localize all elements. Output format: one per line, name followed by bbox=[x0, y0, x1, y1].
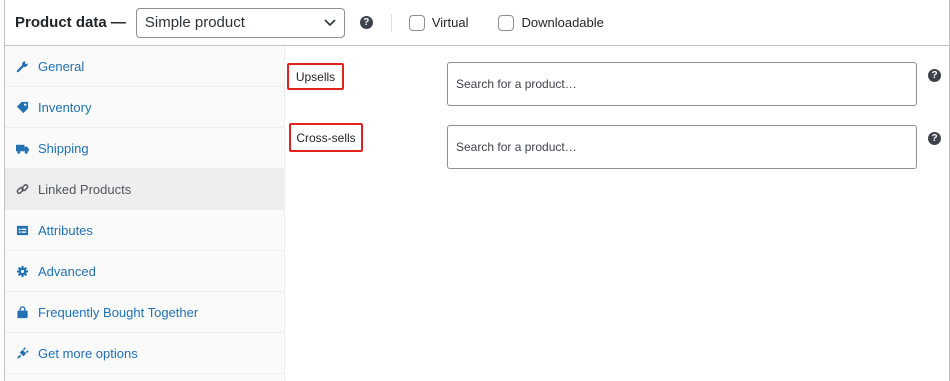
product-data-header: Product data — Simple product ? Virtual … bbox=[5, 0, 949, 46]
product-type-value: Simple product bbox=[144, 14, 245, 31]
sidebar-item-label: Shipping bbox=[38, 140, 89, 156]
sidebar-item-label: Linked Products bbox=[38, 181, 132, 197]
help-icon[interactable]: ? bbox=[359, 16, 373, 29]
cross-sells-search-input[interactable] bbox=[447, 125, 917, 169]
plug-icon bbox=[15, 346, 29, 360]
product-data-tabs: General Inventory Shipping Linked Produc… bbox=[5, 46, 285, 381]
downloadable-label: Downloadable bbox=[521, 15, 604, 30]
product-type-select[interactable]: Simple product bbox=[135, 7, 345, 38]
product-data-panel: Product data — Simple product ? Virtual … bbox=[4, 0, 950, 381]
downloadable-checkbox-group[interactable]: Downloadable bbox=[498, 14, 604, 31]
panel-title: Product data — bbox=[15, 14, 126, 31]
cross-sells-help-icon[interactable]: ? bbox=[928, 132, 941, 145]
cross-sells-label: Cross-sells bbox=[289, 123, 363, 152]
sidebar-item-general[interactable]: General bbox=[5, 46, 284, 87]
bag-icon bbox=[15, 305, 29, 319]
upsells-label: Upsells bbox=[287, 63, 344, 90]
chevron-down-icon bbox=[324, 14, 336, 31]
downloadable-checkbox[interactable] bbox=[498, 14, 515, 31]
header-divider bbox=[390, 13, 392, 32]
sidebar-item-shipping[interactable]: Shipping bbox=[5, 128, 284, 169]
sidebar-item-label: Frequently Bought Together bbox=[38, 304, 199, 320]
wrench-icon bbox=[15, 59, 29, 73]
list-icon bbox=[15, 223, 29, 237]
sidebar-item-label: General bbox=[38, 58, 85, 74]
link-icon bbox=[15, 182, 29, 196]
sidebar-item-inventory[interactable]: Inventory bbox=[5, 87, 284, 128]
sidebar-item-label: Inventory bbox=[38, 99, 92, 115]
sidebar-item-frequently-bought-together[interactable]: Frequently Bought Together bbox=[5, 292, 284, 333]
virtual-checkbox[interactable] bbox=[408, 14, 425, 31]
sidebar-item-label: Attributes bbox=[38, 222, 93, 238]
tag-icon bbox=[15, 100, 29, 114]
sidebar-item-label: Get more options bbox=[38, 345, 138, 361]
gear-icon bbox=[15, 264, 29, 278]
truck-icon bbox=[15, 141, 29, 155]
upsells-help-icon[interactable]: ? bbox=[928, 69, 941, 82]
sidebar-item-linked-products[interactable]: Linked Products bbox=[5, 169, 284, 210]
sidebar-item-label: Advanced bbox=[38, 263, 96, 279]
sidebar-item-advanced[interactable]: Advanced bbox=[5, 251, 284, 292]
sidebar-item-attributes[interactable]: Attributes bbox=[5, 210, 284, 251]
virtual-label: Virtual bbox=[431, 15, 469, 30]
virtual-checkbox-group[interactable]: Virtual bbox=[408, 14, 469, 31]
upsells-search-input[interactable] bbox=[447, 62, 917, 106]
sidebar-item-get-more-options[interactable]: Get more options bbox=[5, 333, 284, 374]
